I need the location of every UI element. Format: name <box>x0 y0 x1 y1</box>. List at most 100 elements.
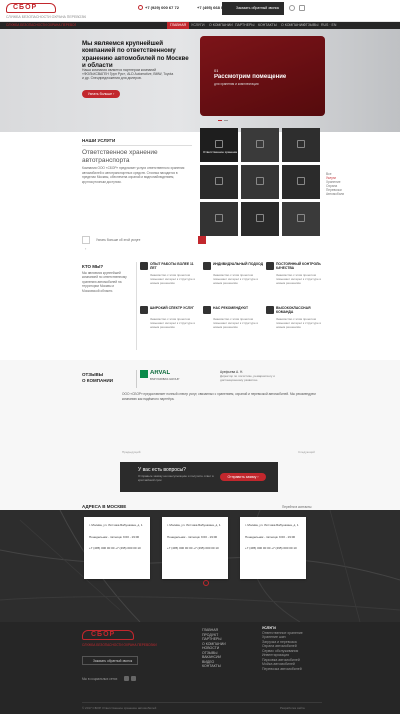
services-side-menu: Все Услуги Хранение Охрана Перевозки Авт… <box>326 172 366 196</box>
quality-control-icon <box>266 262 274 270</box>
address-hours: Понедельник - пятница: 9:00 - 19:00 <box>89 535 140 539</box>
contacts-link[interactable]: Перейти в контакты <box>282 505 322 509</box>
cta-title: У вас есть вопросы? <box>138 467 186 473</box>
map-pin-icon[interactable] <box>203 580 209 586</box>
nav-contacts[interactable]: КОНТАКТЫ <box>255 22 280 29</box>
arval-logo-icon <box>140 370 148 378</box>
address-text: г. Москва, ул. Лётчика Бабушкина, д. 1 <box>245 523 299 527</box>
youtube-icon[interactable] <box>131 676 136 681</box>
address-phone[interactable]: +7 (495) 000 00 00 +7 (495) 000 00 10 <box>167 546 223 551</box>
cta-text: Отправьте заявку на консультацию и получ… <box>138 474 214 482</box>
service-tile[interactable] <box>200 165 238 199</box>
address-text: г. Москва, ул. Лётчика Бабушкина, д. 1 <box>167 523 221 527</box>
top-bar: СБОР СЛУЖБА БЕЗОПАСНОСТИ ОХРАНА ПЕРЕВОЗК… <box>0 0 400 22</box>
about-text: Мы являемся крупнейшей компанией по отве… <box>82 271 127 293</box>
footer-tagline: СЛУЖБА БЕЗОПАСНОСТИ ОХРАНА ПЕРЕВОЗКИ <box>82 643 157 647</box>
address-card: г. Москва, ул. Лётчика Бабушкина, д. 1 П… <box>84 517 150 579</box>
address-phone[interactable]: +7 (495) 000 00 00 +7 (495) 000 00 10 <box>89 546 145 551</box>
social-label: Мы в социальных сетях <box>82 677 118 681</box>
tile-icon <box>215 177 223 185</box>
addresses-heading: АДРЕСА В МОСКВЕ <box>82 504 127 509</box>
callback-button[interactable]: Заказать обратный звонок <box>222 2 284 15</box>
slider-dot-active[interactable] <box>218 120 222 121</box>
services-title: Ответственное хранение автотранспорта <box>82 149 158 164</box>
address-hours: Понедельник - пятница: 9:00 - 19:00 <box>167 535 218 539</box>
footer-logo[interactable]: СБОР <box>82 630 134 640</box>
individual-approach-icon <box>203 262 211 270</box>
service-tile[interactable] <box>241 202 279 236</box>
address-text: г. Москва, ул. Лётчика Бабушкина, д. 1 <box>89 523 143 527</box>
footer-dev-link[interactable]: Разработка сайта <box>280 706 324 710</box>
address-card: г. Москва, ул. Лётчика Бабушкина, д. 1 П… <box>162 517 228 579</box>
review-author-title: Директор по логистике, ремаркетингу и ди… <box>220 374 275 382</box>
address-card: г. Москва, ул. Лётчика Бабушкина, д. 1 П… <box>240 517 306 579</box>
about-heading: КТО МЫ? <box>82 264 104 269</box>
nav-services[interactable]: УСЛУГИ <box>188 22 208 29</box>
tile-icon <box>215 214 223 222</box>
tile-icon <box>297 214 305 222</box>
footer-services: УСЛУГИ Ответственное хранение Хранение ш… <box>262 626 324 671</box>
review-company-sub: BNP PARIBAS GROUP <box>150 377 180 381</box>
tile-icon <box>256 177 264 185</box>
service-tile[interactable] <box>241 165 279 199</box>
address-phone[interactable]: +7 (495) 000 00 00 +7 (495) 000 00 10 <box>245 546 301 551</box>
footer-service-link[interactable]: Перевозка автомобилей <box>262 667 324 672</box>
cta-submit-button[interactable]: Отправить заявку › <box>220 473 266 481</box>
review-prev-link[interactable]: Предыдущий <box>122 450 162 454</box>
review-text: ООО «СБОР» предоставляет полный спектр у… <box>122 392 316 401</box>
footer-callback-button[interactable]: Заказать обратный звонок <box>82 656 138 665</box>
service-tile[interactable] <box>282 165 320 199</box>
services-heading: НАШИ УСЛУГИ <box>82 138 116 143</box>
team-icon <box>266 306 274 314</box>
service-tile[interactable] <box>241 128 279 162</box>
header-tagline: СЛУЖБА БЕЗОПАСНОСТИ ОХРАНА ПЕРЕВОЗКИ <box>6 15 86 19</box>
hero-title: Мы являемся крупнейшей компанией по отве… <box>82 40 189 70</box>
divider <box>82 145 192 146</box>
experience-icon <box>140 262 148 270</box>
header-phone-1[interactable]: +7 (929) 000 67 72 <box>145 5 193 10</box>
tile-icon <box>256 140 264 148</box>
address-hours: Понедельник - пятница: 9:00 - 19:00 <box>245 535 296 539</box>
service-tiles-grid: Ответственное хранение <box>200 128 320 250</box>
tile-icon <box>256 214 264 222</box>
hero-slide-title: Рассмотрим помещение <box>214 74 287 80</box>
cta-box: У вас есть вопросы? Отправьте заявку на … <box>120 462 278 492</box>
tile-icon <box>215 140 223 148</box>
hero-subtitle: Наша компания является партнером компани… <box>82 68 174 81</box>
services-prev-button[interactable]: ‹ <box>82 236 90 251</box>
footer-nav-link[interactable]: КОНТАКТЫ <box>202 664 252 669</box>
reviews-heading-2: О КОМПАНИИ <box>82 378 113 383</box>
services-range-icon <box>140 306 148 314</box>
services-text: Компания ООО «СБОР» предлагает услуги от… <box>82 166 185 184</box>
reviews-heading: ОТЗЫВЫ <box>82 372 104 377</box>
review-company: ARVAL <box>150 370 171 376</box>
nav-home[interactable]: ГЛАВНАЯ <box>167 22 190 29</box>
cart-icon[interactable] <box>299 5 305 11</box>
hero-slide-number: 01 <box>214 68 219 73</box>
phone-icon <box>138 5 143 10</box>
slider-dot[interactable] <box>224 120 228 121</box>
footer-nav: ГЛАВНАЯ ПРОДУКТ ПАРТНЕРЫ О КОМПАНИИ НОВО… <box>202 628 252 669</box>
nav-partners[interactable]: ПАРТНЕРЫ <box>232 22 257 29</box>
tile-icon <box>297 177 305 185</box>
review-next-link[interactable]: Следующий <box>298 450 322 454</box>
site-logo[interactable]: СБОР <box>6 3 56 13</box>
service-tile[interactable] <box>282 202 320 236</box>
divider <box>136 262 137 350</box>
main-nav: СЛУЖБА БЕЗОПАСНОСТИ ОХРАНА ПЕРЕВОЗКИ ГЛА… <box>0 22 400 29</box>
service-tile[interactable] <box>200 202 238 236</box>
footer-copyright: © 2017 СБОР. Ответственное хранение авто… <box>82 706 157 710</box>
side-item[interactable]: Автомобили <box>326 192 366 196</box>
hero-more-button[interactable]: Узнать больше › <box>82 90 120 98</box>
service-tile[interactable]: Ответственное хранение <box>200 128 238 162</box>
footer <box>0 622 400 714</box>
services-link[interactable]: Узнать больше об этой услуге <box>96 238 176 242</box>
recommend-icon <box>203 306 211 314</box>
nav-language[interactable]: RUS · EN <box>318 22 339 29</box>
user-icon[interactable] <box>289 5 295 11</box>
hero-slide-text: для хранения и комплектации <box>214 82 259 86</box>
service-tile[interactable] <box>282 128 320 162</box>
nav-tagline: СЛУЖБА БЕЗОПАСНОСТИ ОХРАНА ПЕРЕВОЗКИ <box>6 23 76 27</box>
vk-icon[interactable] <box>124 676 129 681</box>
divider <box>82 702 322 703</box>
